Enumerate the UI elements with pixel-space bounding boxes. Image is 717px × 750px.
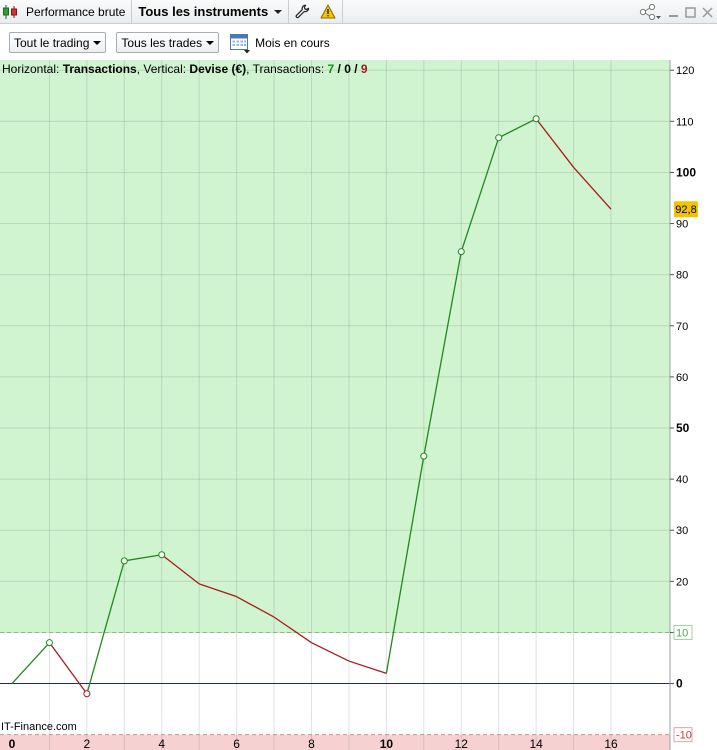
info-losing-trades: 9 [361, 62, 368, 76]
chevron-down-icon [93, 40, 102, 45]
info-separator: / [351, 62, 361, 76]
info-separator: / [334, 62, 344, 76]
y-tick-label: 60 [676, 372, 688, 384]
y-tick-label: 50 [676, 421, 690, 435]
instrument-selector[interactable]: Tous les instruments [132, 0, 290, 24]
x-tick-label: 10 [380, 737, 394, 750]
trading-scope-dropdown[interactable]: Tout le trading [9, 32, 107, 53]
minimize-icon[interactable] [668, 7, 679, 18]
title-tools [289, 0, 344, 24]
last-value-label: 92,8 [675, 204, 696, 216]
info-vertical-value: Devise (€) [189, 62, 246, 76]
y-tick-label: 120 [676, 65, 694, 77]
calendar-icon[interactable] [229, 32, 251, 54]
data-point [532, 115, 540, 123]
wrench-icon[interactable] [295, 4, 310, 19]
tab-performance-label: Performance brute [26, 4, 126, 19]
watermark: IT-Finance.com [1, 721, 77, 733]
x-tick-label: 2 [84, 737, 91, 750]
threshold-label: -10 [676, 730, 692, 742]
y-tick-label: 20 [676, 576, 688, 588]
last-value-badge: 92,8 [674, 201, 698, 218]
data-point [120, 557, 128, 565]
trades-filter-dropdown[interactable]: Tous les trades [116, 32, 220, 53]
x-tick-label: 16 [604, 737, 618, 750]
x-tick-label: 6 [233, 737, 240, 750]
data-point [420, 452, 428, 460]
window-controls [638, 0, 713, 24]
y-tick-label: 30 [676, 525, 688, 537]
y-axis: 1201101009080706050403020100 [670, 65, 696, 691]
period-label: Mois en cours [255, 35, 330, 50]
share-icon[interactable] [638, 3, 662, 21]
trading-scope-label: Tout le trading [14, 35, 90, 50]
close-icon[interactable] [702, 6, 713, 18]
info-vertical-prefix: , Vertical: [137, 62, 190, 76]
threshold-label: 10 [676, 627, 688, 639]
loss-zone [0, 734, 670, 750]
x-tick-label: 4 [158, 737, 165, 750]
title-bar: Performance brute Tous les instruments [0, 0, 717, 24]
x-tick-label: 0 [9, 737, 16, 750]
x-tick-label: 8 [308, 737, 315, 750]
y-tick-label: 110 [676, 116, 694, 128]
profit-zone [0, 60, 670, 633]
info-transactions-prefix: , Transactions: [246, 62, 327, 76]
equity-chart: 1201101009080706050403020100 02468101214… [0, 60, 698, 750]
maximize-icon[interactable] [685, 6, 696, 18]
y-tick-label: 80 [676, 270, 688, 282]
y-tick-label: 70 [676, 321, 688, 333]
chevron-down-icon [206, 40, 215, 45]
data-point [495, 134, 503, 142]
chevron-down-icon [274, 9, 283, 14]
tab-performance[interactable]: Performance brute [0, 0, 133, 24]
warning-icon[interactable] [320, 4, 336, 19]
data-point [83, 690, 91, 698]
y-tick-label: 40 [676, 474, 688, 486]
trades-filter-label: Tous les trades [121, 35, 203, 50]
data-point [45, 639, 53, 647]
x-tick-label: 12 [455, 737, 469, 750]
axis-info-text: Horizontal: Transactions, Vertical: Devi… [2, 62, 368, 76]
y-tick-label: 100 [676, 165, 696, 179]
candlestick-icon [3, 4, 17, 19]
y-tick-label: 90 [676, 219, 688, 231]
y-tick-label: 0 [676, 677, 683, 691]
x-tick-label: 14 [529, 737, 543, 750]
info-horizontal-value: Transactions [63, 62, 137, 76]
data-point [457, 248, 465, 256]
info-horizontal-prefix: Horizontal: [2, 62, 63, 76]
data-point [158, 551, 166, 559]
period-selector[interactable]: Mois en cours [229, 32, 330, 54]
toolbar: Tout le trading Tous les trades Mois en … [0, 25, 717, 60]
instrument-selector-label: Tous les instruments [138, 4, 269, 19]
